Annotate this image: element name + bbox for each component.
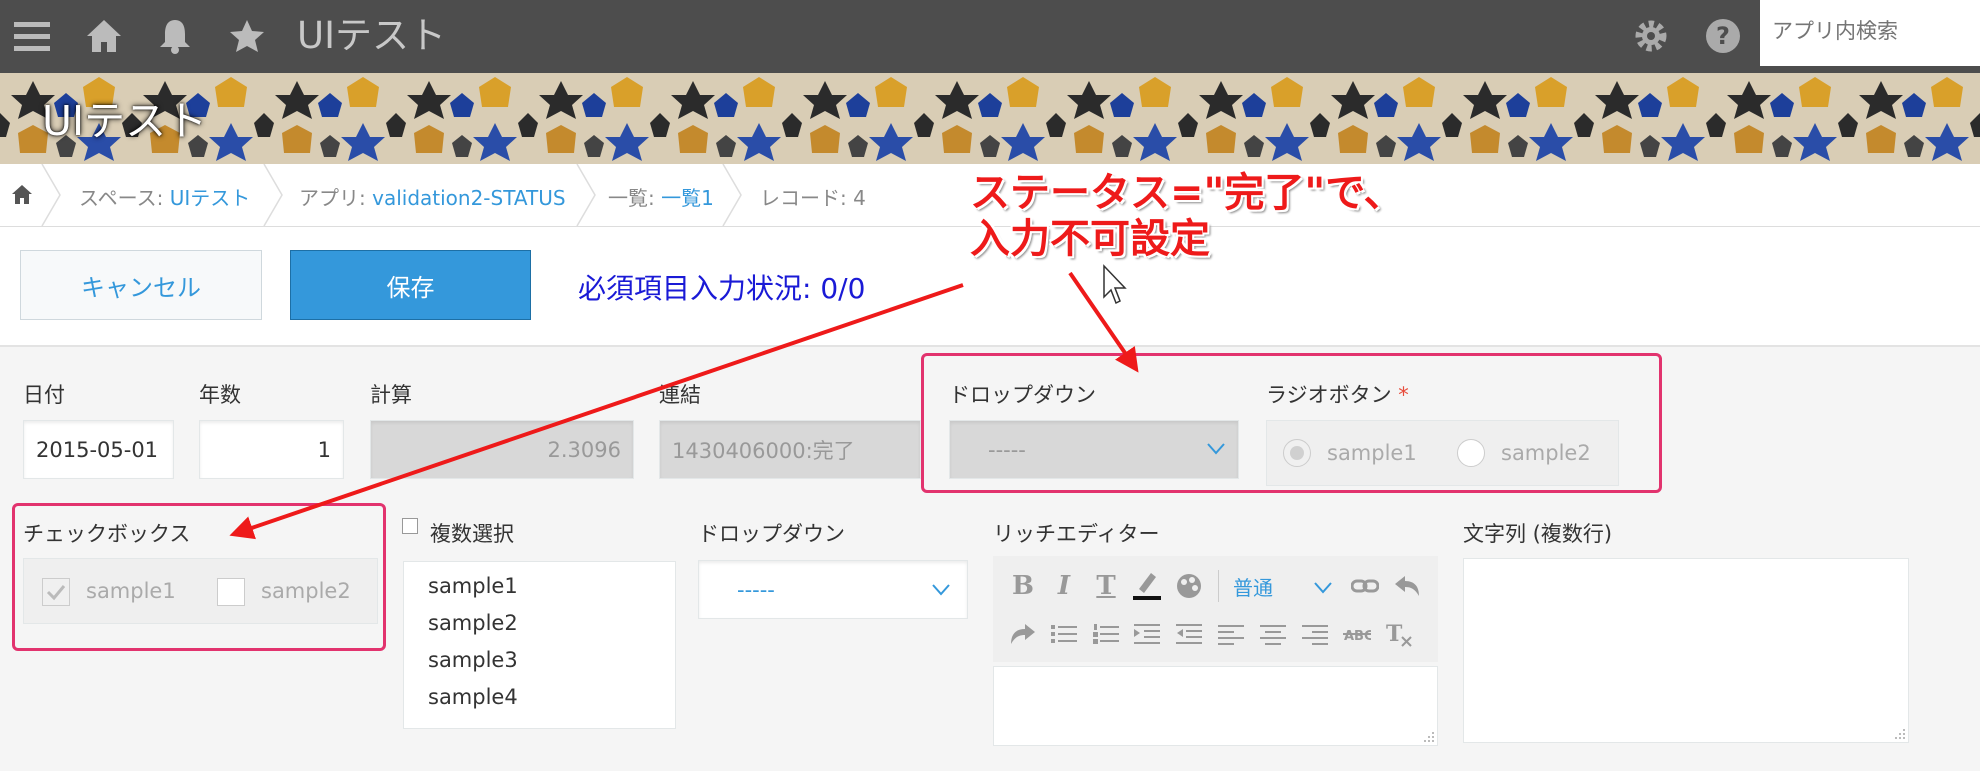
annotation-arrows [229,264,1139,540]
annotation-callout: ステータス="完了"で、 入力不可設定 [970,170,1404,262]
annotation-line-1: ステータス="完了"で、 [970,170,1404,216]
annotation-line-2: 入力不可設定 [970,216,1210,262]
